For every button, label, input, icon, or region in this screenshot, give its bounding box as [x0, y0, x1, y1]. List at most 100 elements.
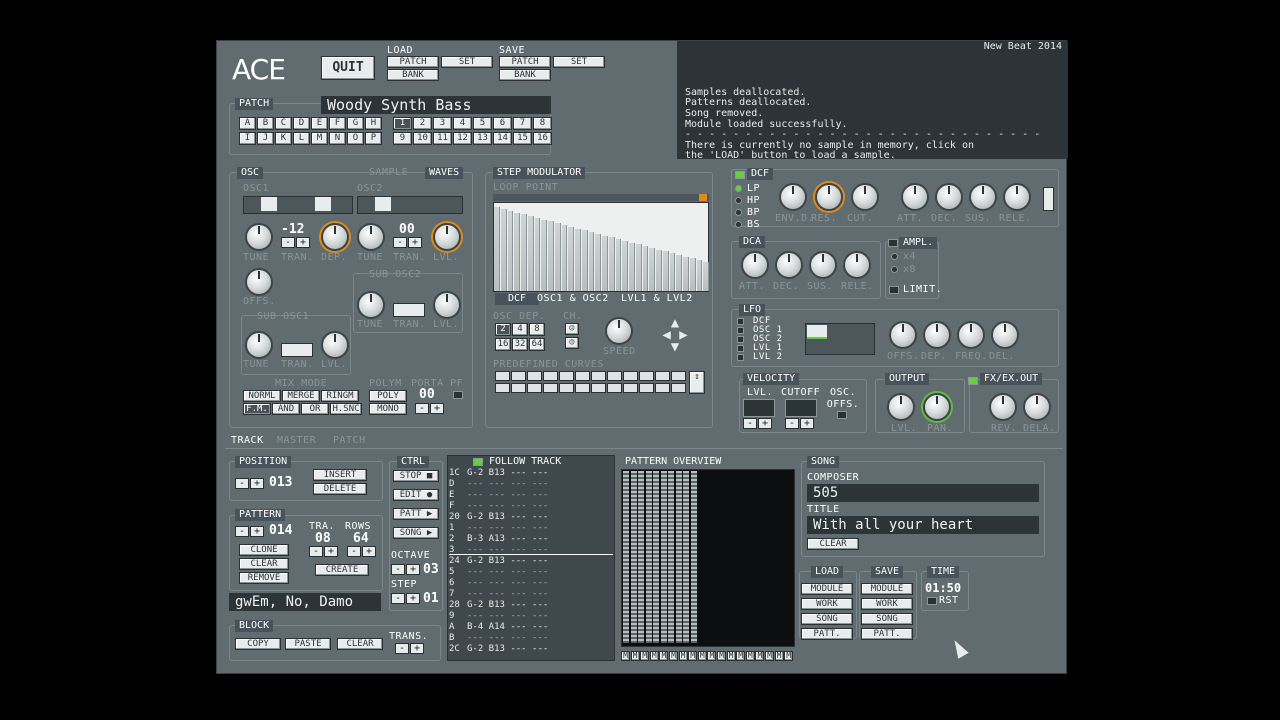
mix-norml-button[interactable]: NORML — [243, 390, 281, 402]
lfo-knob[interactable] — [991, 321, 1019, 349]
dcf-knob[interactable] — [935, 183, 963, 211]
patch-letter-button[interactable]: H — [365, 117, 382, 130]
offs-knob[interactable] — [245, 268, 273, 296]
porta-stepper[interactable]: - + — [415, 403, 445, 414]
block-paste-button[interactable]: PASTE — [285, 638, 331, 650]
dcf-knob[interactable] — [901, 183, 929, 211]
dcf-knob[interactable] — [815, 183, 843, 211]
overview-column[interactable] — [683, 471, 689, 643]
overview-mute-button[interactable]: M — [649, 651, 659, 661]
loop-point-marker[interactable] — [699, 194, 707, 201]
dcf-mode-led[interactable] — [735, 197, 742, 204]
sub-osc1-lvl-knob[interactable] — [321, 331, 349, 359]
track-row[interactable]: B --- --- --- --- — [449, 634, 614, 643]
dcf-knob[interactable] — [1003, 183, 1031, 211]
track-row[interactable]: D --- --- --- --- — [449, 480, 614, 489]
osc-dep-button[interactable]: 32 — [512, 338, 528, 351]
track-row[interactable]: 2C G-2 B13 --- --- — [449, 645, 614, 654]
composer-field[interactable]: 505 — [807, 484, 1039, 502]
step-bar[interactable] — [514, 212, 520, 291]
patch-letter-button[interactable]: E — [311, 117, 328, 130]
step-bar[interactable] — [662, 251, 669, 291]
file-load-button[interactable]: WORK — [801, 598, 853, 610]
step-modulator-graph[interactable] — [493, 202, 709, 292]
overview-mute-button[interactable]: M — [688, 651, 698, 661]
step-bar[interactable] — [696, 260, 703, 291]
patch-number-button[interactable]: 1 — [393, 117, 412, 130]
patch-letter-button[interactable]: I — [239, 132, 256, 145]
curve-preset-button[interactable] — [591, 383, 606, 393]
curve-preset-button[interactable] — [607, 383, 622, 393]
patch-number-button[interactable]: 5 — [473, 117, 492, 130]
step-bar[interactable] — [615, 239, 622, 291]
mix-or-button[interactable]: OR — [301, 403, 329, 415]
patch-number-button[interactable]: 2 — [413, 117, 432, 130]
step-bar[interactable] — [656, 249, 662, 291]
limit-toggle[interactable] — [889, 286, 899, 294]
track-row[interactable]: 2 B-3 A13 --- --- — [449, 535, 614, 544]
curve-preset-button[interactable] — [575, 383, 590, 393]
dcf-enable-toggle[interactable] — [735, 171, 745, 179]
fx-rev-knob[interactable] — [989, 393, 1017, 421]
curve-preset-button[interactable] — [671, 371, 686, 381]
output-lvl-knob[interactable] — [887, 393, 915, 421]
patch-number-button[interactable]: 14 — [493, 132, 512, 145]
overview-mute-button[interactable]: M — [630, 651, 640, 661]
curve-preset-button[interactable] — [511, 371, 526, 381]
output-pan-knob[interactable] — [923, 393, 951, 421]
curve-arrows-button[interactable]: ⇕ — [689, 371, 705, 394]
osc2-tran-stepper[interactable]: - + — [393, 237, 423, 248]
velocity-lvl-stepper[interactable]: - + — [743, 418, 773, 429]
patch-number-button[interactable]: 3 — [433, 117, 452, 130]
curve-preset-button[interactable] — [559, 383, 574, 393]
overview-column[interactable] — [638, 471, 644, 643]
dca-knob[interactable] — [741, 251, 769, 279]
step-tab-lvl[interactable]: LVL1 & LVL2 — [621, 293, 693, 305]
osc2-wave-selector[interactable] — [357, 196, 463, 214]
file-save-button[interactable]: SONG — [861, 613, 913, 625]
tra-stepper[interactable]: - + — [309, 546, 339, 557]
step-bar[interactable] — [608, 237, 615, 291]
curve-preset-button[interactable] — [607, 371, 622, 381]
step-bar[interactable] — [669, 253, 676, 291]
overview-mute-button[interactable]: M — [784, 651, 794, 661]
track-row[interactable]: 24 G-2 B13 --- --- — [449, 557, 614, 566]
lfo-target-toggle[interactable] — [737, 318, 744, 325]
overview-mute-button[interactable]: M — [736, 651, 746, 661]
track-row[interactable]: A B-4 A14 --- --- — [449, 623, 614, 632]
patch-letter-button[interactable]: B — [257, 117, 274, 130]
overview-mute-button[interactable]: M — [640, 651, 650, 661]
save-bank-button[interactable]: BANK — [499, 69, 551, 81]
osc-dep-button[interactable]: 2 — [495, 323, 511, 336]
patch-number-button[interactable]: 9 — [393, 132, 412, 145]
sub-osc2-tran-button[interactable] — [393, 303, 425, 317]
curve-preset-button[interactable] — [527, 371, 542, 381]
osc1-wave-selector[interactable] — [243, 196, 353, 214]
ampl-toggle[interactable] — [888, 239, 898, 247]
step-bar[interactable] — [548, 221, 554, 291]
mix-merge-button[interactable]: MERGE — [282, 390, 320, 402]
dca-knob[interactable] — [809, 251, 837, 279]
overview-mute-button[interactable]: M — [745, 651, 755, 661]
load-bank-button[interactable]: BANK — [387, 69, 439, 81]
song-title-field[interactable]: With all your heart — [807, 516, 1039, 534]
dcf-knob[interactable] — [969, 183, 997, 211]
lfo-knob[interactable] — [923, 321, 951, 349]
overview-mute-button[interactable]: M — [765, 651, 774, 661]
overview-mute-button[interactable]: M — [707, 651, 717, 661]
curve-preset-button[interactable] — [575, 371, 590, 381]
patch-letter-button[interactable]: A — [239, 117, 256, 130]
step-bar[interactable] — [534, 217, 541, 291]
velocity-lvl-curve[interactable] — [743, 399, 775, 417]
patch-letter-button[interactable]: P — [365, 132, 382, 145]
patt-play-button[interactable]: PATT ▶ — [393, 508, 439, 520]
step-bar[interactable] — [561, 225, 568, 291]
tab-master[interactable]: MASTER — [277, 435, 316, 447]
osc1-tune-knob[interactable] — [245, 223, 273, 251]
track-row[interactable]: 1 --- --- --- --- — [449, 524, 614, 533]
curve-preset-button[interactable] — [639, 383, 654, 393]
track-row[interactable]: 1C G-2 B13 --- --- — [449, 469, 614, 478]
overview-column[interactable] — [645, 471, 652, 643]
curve-preset-button[interactable] — [623, 383, 638, 393]
dcf-mode-led[interactable] — [735, 185, 742, 192]
